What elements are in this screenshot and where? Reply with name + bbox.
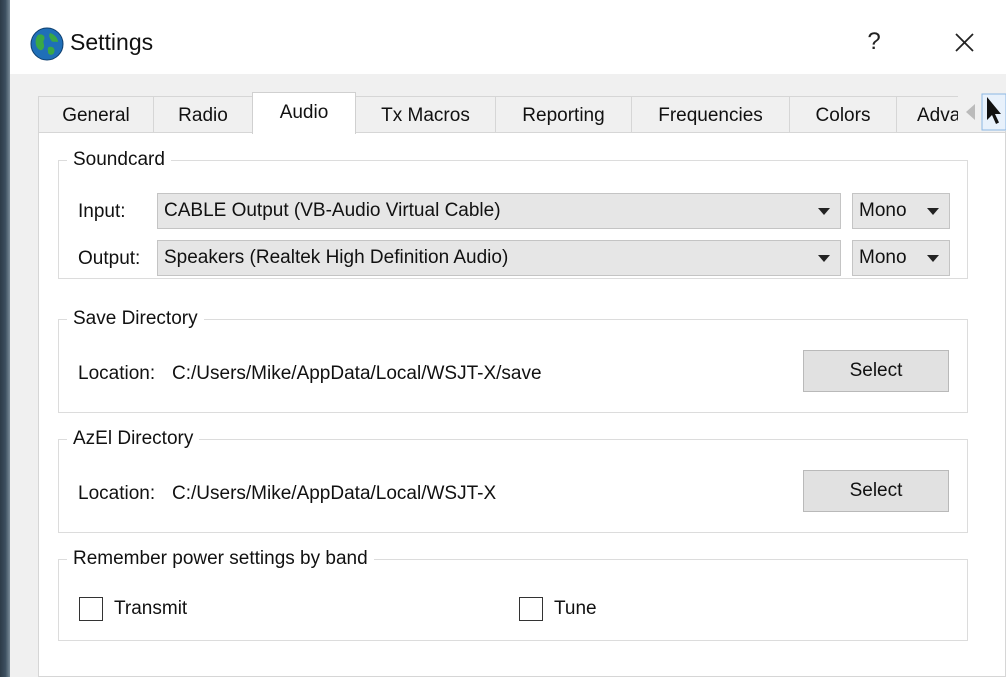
settings-dialog: Settings ? General Radio Audio Tx Macros… <box>10 0 1006 677</box>
audio-tab-panel: Soundcard Input: CABLE Output (VB-Audio … <box>38 132 1006 677</box>
output-channel-select[interactable]: Mono <box>852 240 950 276</box>
soundcard-group-title: Soundcard <box>73 149 165 170</box>
close-icon[interactable] <box>946 24 982 60</box>
output-device-value: Speakers (Realtek High Definition Audio) <box>164 247 509 268</box>
output-device-select[interactable]: Speakers (Realtek High Definition Audio) <box>157 240 841 276</box>
help-button[interactable]: ? <box>856 24 892 60</box>
chevron-down-icon <box>818 255 830 262</box>
tab-reporting[interactable]: Reporting <box>495 96 632 133</box>
save-directory-group-title: Save Directory <box>73 308 198 329</box>
transmit-checkbox[interactable] <box>79 597 103 621</box>
output-label: Output: <box>78 248 141 269</box>
transmit-label: Transmit <box>114 598 188 619</box>
tab-bar: General Radio Audio Tx Macros Reporting … <box>38 92 1006 134</box>
title-bar: Settings ? <box>10 0 1006 78</box>
globe-app-icon <box>30 27 64 61</box>
tab-audio[interactable]: Audio <box>252 92 356 134</box>
input-channel-select[interactable]: Mono <box>852 193 950 229</box>
tune-checkbox[interactable] <box>519 597 543 621</box>
input-device-select[interactable]: CABLE Output (VB-Audio Virtual Cable) <box>157 193 841 229</box>
chevron-down-icon <box>818 208 830 215</box>
input-device-value: CABLE Output (VB-Audio Virtual Cable) <box>164 200 501 221</box>
azel-directory-select-button[interactable]: Select <box>803 470 949 512</box>
tab-frequencies[interactable]: Frequencies <box>631 96 790 133</box>
dialog-body: General Radio Audio Tx Macros Reporting … <box>10 74 1006 677</box>
tab-colors[interactable]: Colors <box>789 96 897 133</box>
azel-directory-group-title: AzEl Directory <box>73 428 194 449</box>
chevron-down-icon <box>927 208 939 215</box>
tab-radio[interactable]: Radio <box>153 96 253 133</box>
azel-location-label: Location: <box>78 483 156 504</box>
power-settings-group-title: Remember power settings by band <box>73 548 368 569</box>
tab-tx-macros[interactable]: Tx Macros <box>355 96 496 133</box>
tab-scroll-arrows[interactable] <box>958 93 1006 131</box>
input-channel-value: Mono <box>859 200 907 221</box>
azel-location-path: C:/Users/Mike/AppData/Local/WSJT-X <box>172 483 497 504</box>
chevron-down-icon <box>927 255 939 262</box>
tab-general[interactable]: General <box>38 96 154 133</box>
output-channel-value: Mono <box>859 247 907 268</box>
save-directory-select-button[interactable]: Select <box>803 350 949 392</box>
tune-label: Tune <box>554 598 597 619</box>
desktop-background-strip <box>0 0 10 677</box>
save-directory-group: Save Directory Location: C:/Users/Mike/A… <box>58 308 968 413</box>
window-title: Settings <box>70 29 154 55</box>
save-location-label: Location: <box>78 363 156 384</box>
power-settings-group: Remember power settings by band Transmit… <box>58 548 968 641</box>
azel-directory-group: AzEl Directory Location: C:/Users/Mike/A… <box>58 428 968 533</box>
soundcard-group: Soundcard Input: CABLE Output (VB-Audio … <box>58 149 968 279</box>
input-label: Input: <box>78 201 126 222</box>
save-location-path: C:/Users/Mike/AppData/Local/WSJT-X/save <box>172 363 542 384</box>
